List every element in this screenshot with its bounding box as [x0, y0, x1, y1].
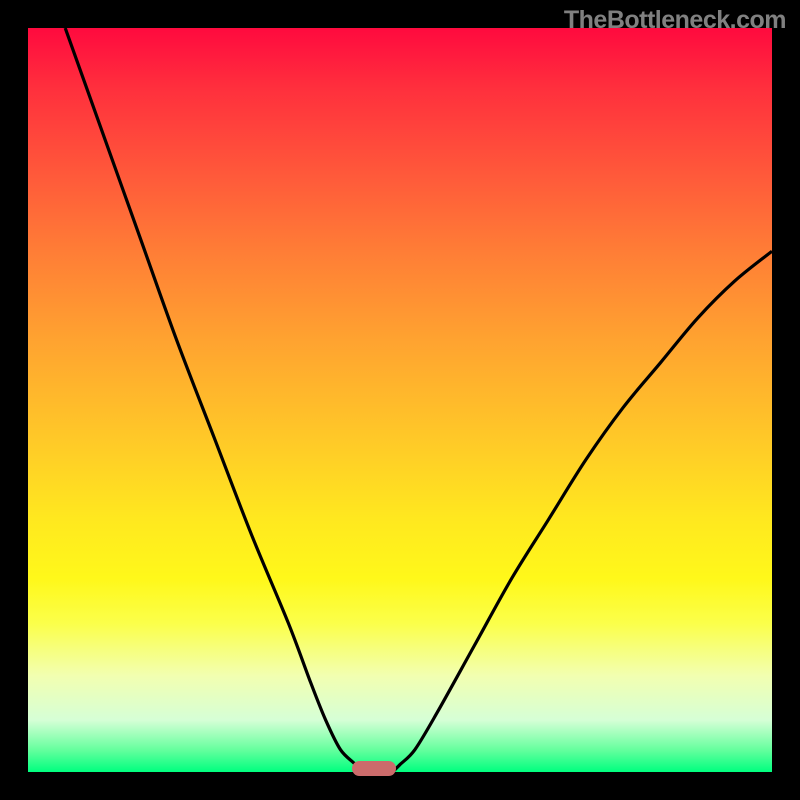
chart-frame: TheBottleneck.com: [0, 0, 800, 800]
left-branch-curve: [65, 28, 359, 772]
plot-area: [28, 28, 772, 772]
right-branch-curve: [393, 251, 772, 772]
curve-layer: [28, 28, 772, 772]
optimal-marker: [352, 761, 397, 776]
